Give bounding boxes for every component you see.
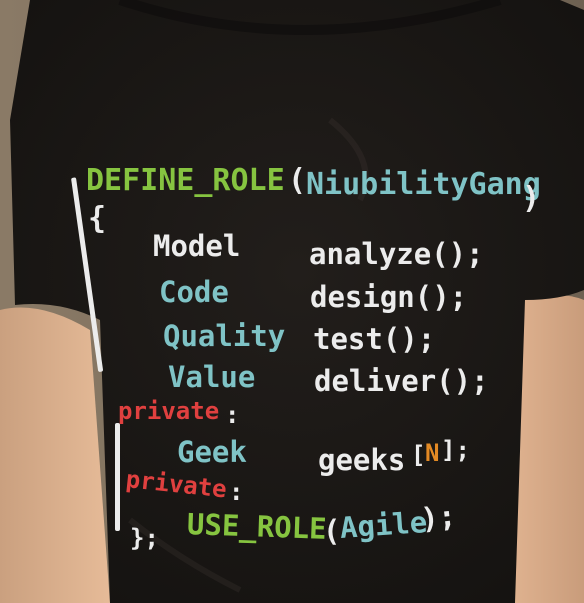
member-type: Geek: [177, 435, 247, 469]
bracket-open: [: [411, 441, 426, 469]
role-method: design();: [310, 280, 468, 314]
private-keyword: private: [124, 465, 229, 504]
shirt-code-print: DEFINE_ROLE ( NiubilityGang ) { Model an…: [0, 0, 584, 603]
close-brace: };: [130, 524, 159, 552]
role-name: Code: [159, 275, 229, 309]
role-method: test();: [313, 322, 436, 356]
array-size: N: [425, 439, 440, 467]
define-role-keyword: DEFINE_ROLE: [86, 163, 285, 198]
use-open-paren: (: [323, 514, 341, 548]
role-method: analyze();: [309, 237, 484, 271]
bracket-line-lower: [115, 423, 120, 531]
role-name: Model: [153, 229, 241, 263]
use-close: );: [419, 498, 458, 536]
close-paren: ): [522, 181, 541, 216]
open-paren: (: [288, 163, 307, 198]
role-name: Quality: [163, 319, 286, 353]
private-keyword: private: [118, 397, 220, 425]
use-arg: Agile: [338, 504, 429, 545]
open-brace: {: [88, 201, 107, 236]
role-method: deliver();: [314, 364, 489, 398]
bracket-close: ];: [441, 436, 470, 464]
colon: :: [225, 401, 240, 429]
member-name: geeks: [318, 443, 406, 477]
role-name: Value: [168, 360, 256, 394]
gang-name: NiubilityGang: [306, 167, 541, 202]
use-role-keyword: USE_ROLE: [186, 507, 328, 546]
colon: :: [229, 478, 244, 506]
